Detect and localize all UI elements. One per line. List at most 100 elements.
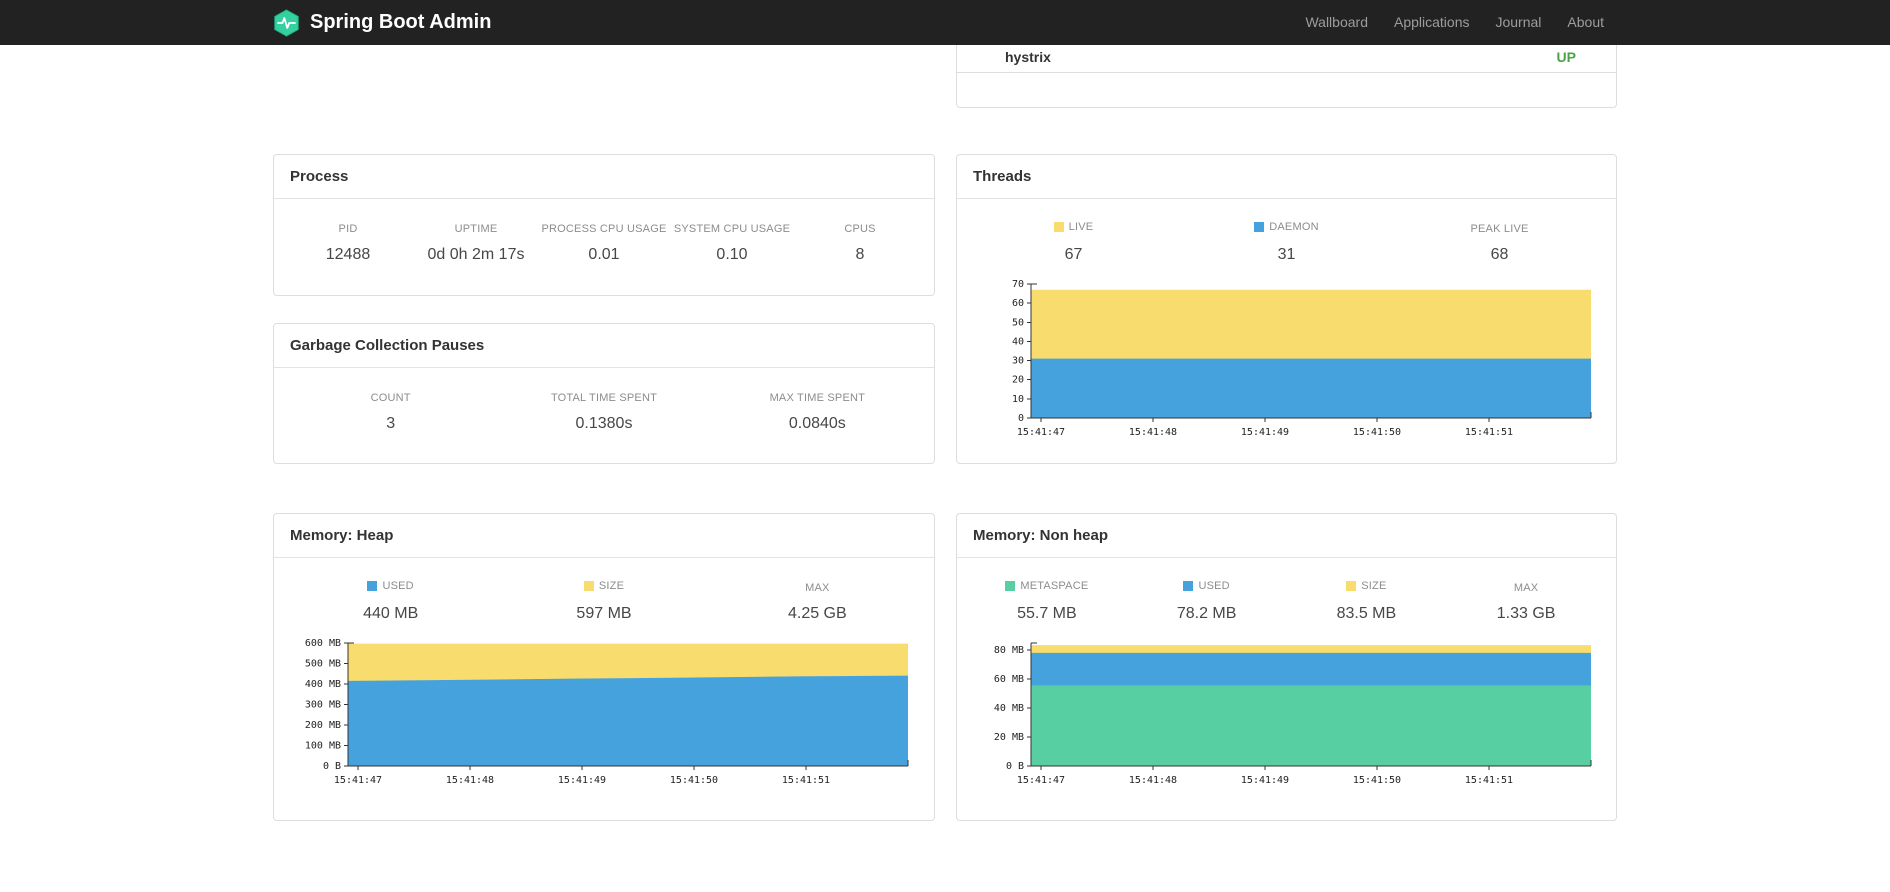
brand[interactable]: Spring Boot Admin xyxy=(273,8,491,37)
metric-label-text: TOTAL TIME SPENT xyxy=(550,392,658,404)
application-row[interactable]: hystrix UP xyxy=(957,45,1616,73)
metric-label-text: UPTIME xyxy=(454,223,498,235)
svg-text:20 MB: 20 MB xyxy=(994,732,1024,743)
svg-text:0: 0 xyxy=(1018,413,1024,424)
gc-panel-title: Garbage Collection Pauses xyxy=(274,324,934,368)
metric-nonheap-size: SIZE 83.5 MB xyxy=(1287,578,1447,623)
svg-text:300 MB: 300 MB xyxy=(305,700,341,711)
metric-system-cpu: SYSTEM CPU USAGE 0.10 xyxy=(668,219,796,264)
nav-item-wallboard[interactable]: Wallboard xyxy=(1292,0,1381,45)
legend-color-swatch xyxy=(367,581,378,591)
metric-label-text: CPUS xyxy=(844,223,876,235)
metric-value: 440 MB xyxy=(363,605,419,622)
metric-nonheap-max: MAX 1.33 GB xyxy=(1446,578,1606,623)
metric-label-text: USED xyxy=(1198,580,1230,592)
svg-text:15:41:49: 15:41:49 xyxy=(1241,775,1289,786)
process-panel-title: Process xyxy=(274,155,934,199)
right-column: hystrix UP Threads LIVE 67 DAEMON 31 PEA… xyxy=(956,45,1617,821)
process-panel: Process PID 12488 UPTIME 0d 0h 2m 17s PR… xyxy=(273,154,935,296)
metric-gc-count: COUNT 3 xyxy=(284,388,497,433)
metric-label-text: MAX xyxy=(805,582,830,594)
svg-text:10: 10 xyxy=(1012,394,1024,405)
metric-value: 68 xyxy=(1490,246,1509,263)
metric-label-text: SIZE xyxy=(1361,580,1387,592)
metric-value: 0.10 xyxy=(716,246,748,263)
metric-value: 8 xyxy=(855,246,865,263)
metric-value: 78.2 MB xyxy=(1176,605,1237,622)
svg-text:70: 70 xyxy=(1012,279,1024,290)
metric-uptime: UPTIME 0d 0h 2m 17s xyxy=(412,219,540,264)
legend-color-swatch xyxy=(583,581,594,591)
legend-color-swatch xyxy=(1005,581,1016,591)
svg-text:500 MB: 500 MB xyxy=(305,659,341,670)
memory-nonheap-panel-title: Memory: Non heap xyxy=(957,514,1616,558)
metric-value: 1.33 GB xyxy=(1496,605,1556,622)
nav-links: Wallboard Applications Journal About xyxy=(1292,0,1617,45)
process-metrics: PID 12488 UPTIME 0d 0h 2m 17s PROCESS CP… xyxy=(284,219,924,264)
threads-legend: LIVE 67 DAEMON 31 PEAK LIVE 68 xyxy=(967,219,1606,264)
svg-text:15:41:49: 15:41:49 xyxy=(558,775,606,786)
svg-text:15:41:50: 15:41:50 xyxy=(1353,775,1401,786)
svg-text:15:41:48: 15:41:48 xyxy=(446,775,494,786)
legend-color-swatch xyxy=(1254,222,1265,232)
metric-heap-size: SIZE 597 MB xyxy=(497,578,710,623)
metric-value: 67 xyxy=(1064,246,1083,263)
heap-chart: 600 MB 500 MB 400 MB 300 MB 200 MB 100 MB 0 B 1… xyxy=(305,638,909,786)
navbar: Spring Boot Admin Wallboard Applications… xyxy=(0,0,1890,45)
legend-color-swatch xyxy=(1183,581,1194,591)
spring-boot-admin-logo-icon xyxy=(273,8,300,37)
metric-label-text: SYSTEM CPU USAGE xyxy=(673,223,791,235)
metric-value: 83.5 MB xyxy=(1336,605,1397,622)
application-name: hystrix xyxy=(1005,49,1051,65)
svg-text:200 MB: 200 MB xyxy=(305,720,341,731)
nav-item-applications[interactable]: Applications xyxy=(1381,0,1483,45)
metric-label-text: PROCESS CPU USAGE xyxy=(541,223,667,235)
memory-heap-panel-title: Memory: Heap xyxy=(274,514,934,558)
svg-text:15:41:48: 15:41:48 xyxy=(1129,427,1177,438)
svg-text:15:41:51: 15:41:51 xyxy=(1465,775,1513,786)
applications-panel: hystrix UP xyxy=(956,45,1617,108)
metric-label-text: SIZE xyxy=(598,580,625,592)
metric-label-text: METASPACE xyxy=(1020,580,1089,592)
svg-text:15:41:47: 15:41:47 xyxy=(334,775,382,786)
nav-item-journal[interactable]: Journal xyxy=(1482,0,1554,45)
svg-text:50: 50 xyxy=(1012,317,1024,328)
metric-value: 4.25 GB xyxy=(787,605,847,622)
metric-metaspace: METASPACE 55.7 MB xyxy=(967,578,1127,623)
svg-text:0 B: 0 B xyxy=(1006,761,1024,772)
svg-text:60 MB: 60 MB xyxy=(994,674,1024,685)
svg-text:15:41:47: 15:41:47 xyxy=(1017,775,1065,786)
metric-value: 31 xyxy=(1277,246,1296,263)
nav-item-about[interactable]: About xyxy=(1554,0,1617,45)
legend-color-swatch xyxy=(1346,581,1357,591)
metric-label-text: LIVE xyxy=(1068,221,1094,233)
svg-text:15:41:51: 15:41:51 xyxy=(782,775,830,786)
gc-metrics: COUNT 3 TOTAL TIME SPENT 0.1380s MAX TIM… xyxy=(284,388,924,433)
metric-value: 0.0840s xyxy=(788,415,846,432)
metric-label-text: MAX xyxy=(1513,582,1539,594)
metric-label-text: PEAK LIVE xyxy=(1470,223,1529,235)
nonheap-chart: 80 MB 60 MB 40 MB 20 MB 0 B 15:41:47 15:41:48 1… xyxy=(994,642,1592,786)
metric-value: 55.7 MB xyxy=(1017,605,1077,622)
metric-process-cpu: PROCESS CPU USAGE 0.01 xyxy=(540,219,668,264)
metric-cpus: CPUS 8 xyxy=(796,219,924,264)
svg-text:40 MB: 40 MB xyxy=(994,703,1024,714)
left-column: Process PID 12488 UPTIME 0d 0h 2m 17s PR… xyxy=(273,45,935,821)
svg-text:15:41:51: 15:41:51 xyxy=(1465,427,1513,438)
svg-text:15:41:47: 15:41:47 xyxy=(1017,427,1065,438)
metric-threads-live: LIVE 67 xyxy=(967,219,1180,264)
memory-nonheap-panel: Memory: Non heap METASPACE 55.7 MB USED … xyxy=(956,513,1617,821)
svg-text:30: 30 xyxy=(1012,356,1024,367)
threads-panel: Threads LIVE 67 DAEMON 31 PEAK LIVE 68 7… xyxy=(956,154,1617,464)
metric-value: 0.01 xyxy=(588,246,620,263)
metric-label-text: COUNT xyxy=(370,392,411,404)
metric-gc-total-time: TOTAL TIME SPENT 0.1380s xyxy=(497,388,710,433)
svg-text:15:41:50: 15:41:50 xyxy=(1353,427,1401,438)
metric-gc-max-time: MAX TIME SPENT 0.0840s xyxy=(711,388,924,433)
status-badge: UP xyxy=(1556,49,1576,65)
svg-text:60: 60 xyxy=(1012,298,1024,309)
metric-heap-max: MAX 4.25 GB xyxy=(711,578,924,623)
metric-threads-peak-live: PEAK LIVE 68 xyxy=(1393,219,1606,264)
memory-heap-panel: Memory: Heap USED 440 MB SIZE 597 MB MAX… xyxy=(273,513,935,821)
metric-value: 3 xyxy=(386,415,396,432)
